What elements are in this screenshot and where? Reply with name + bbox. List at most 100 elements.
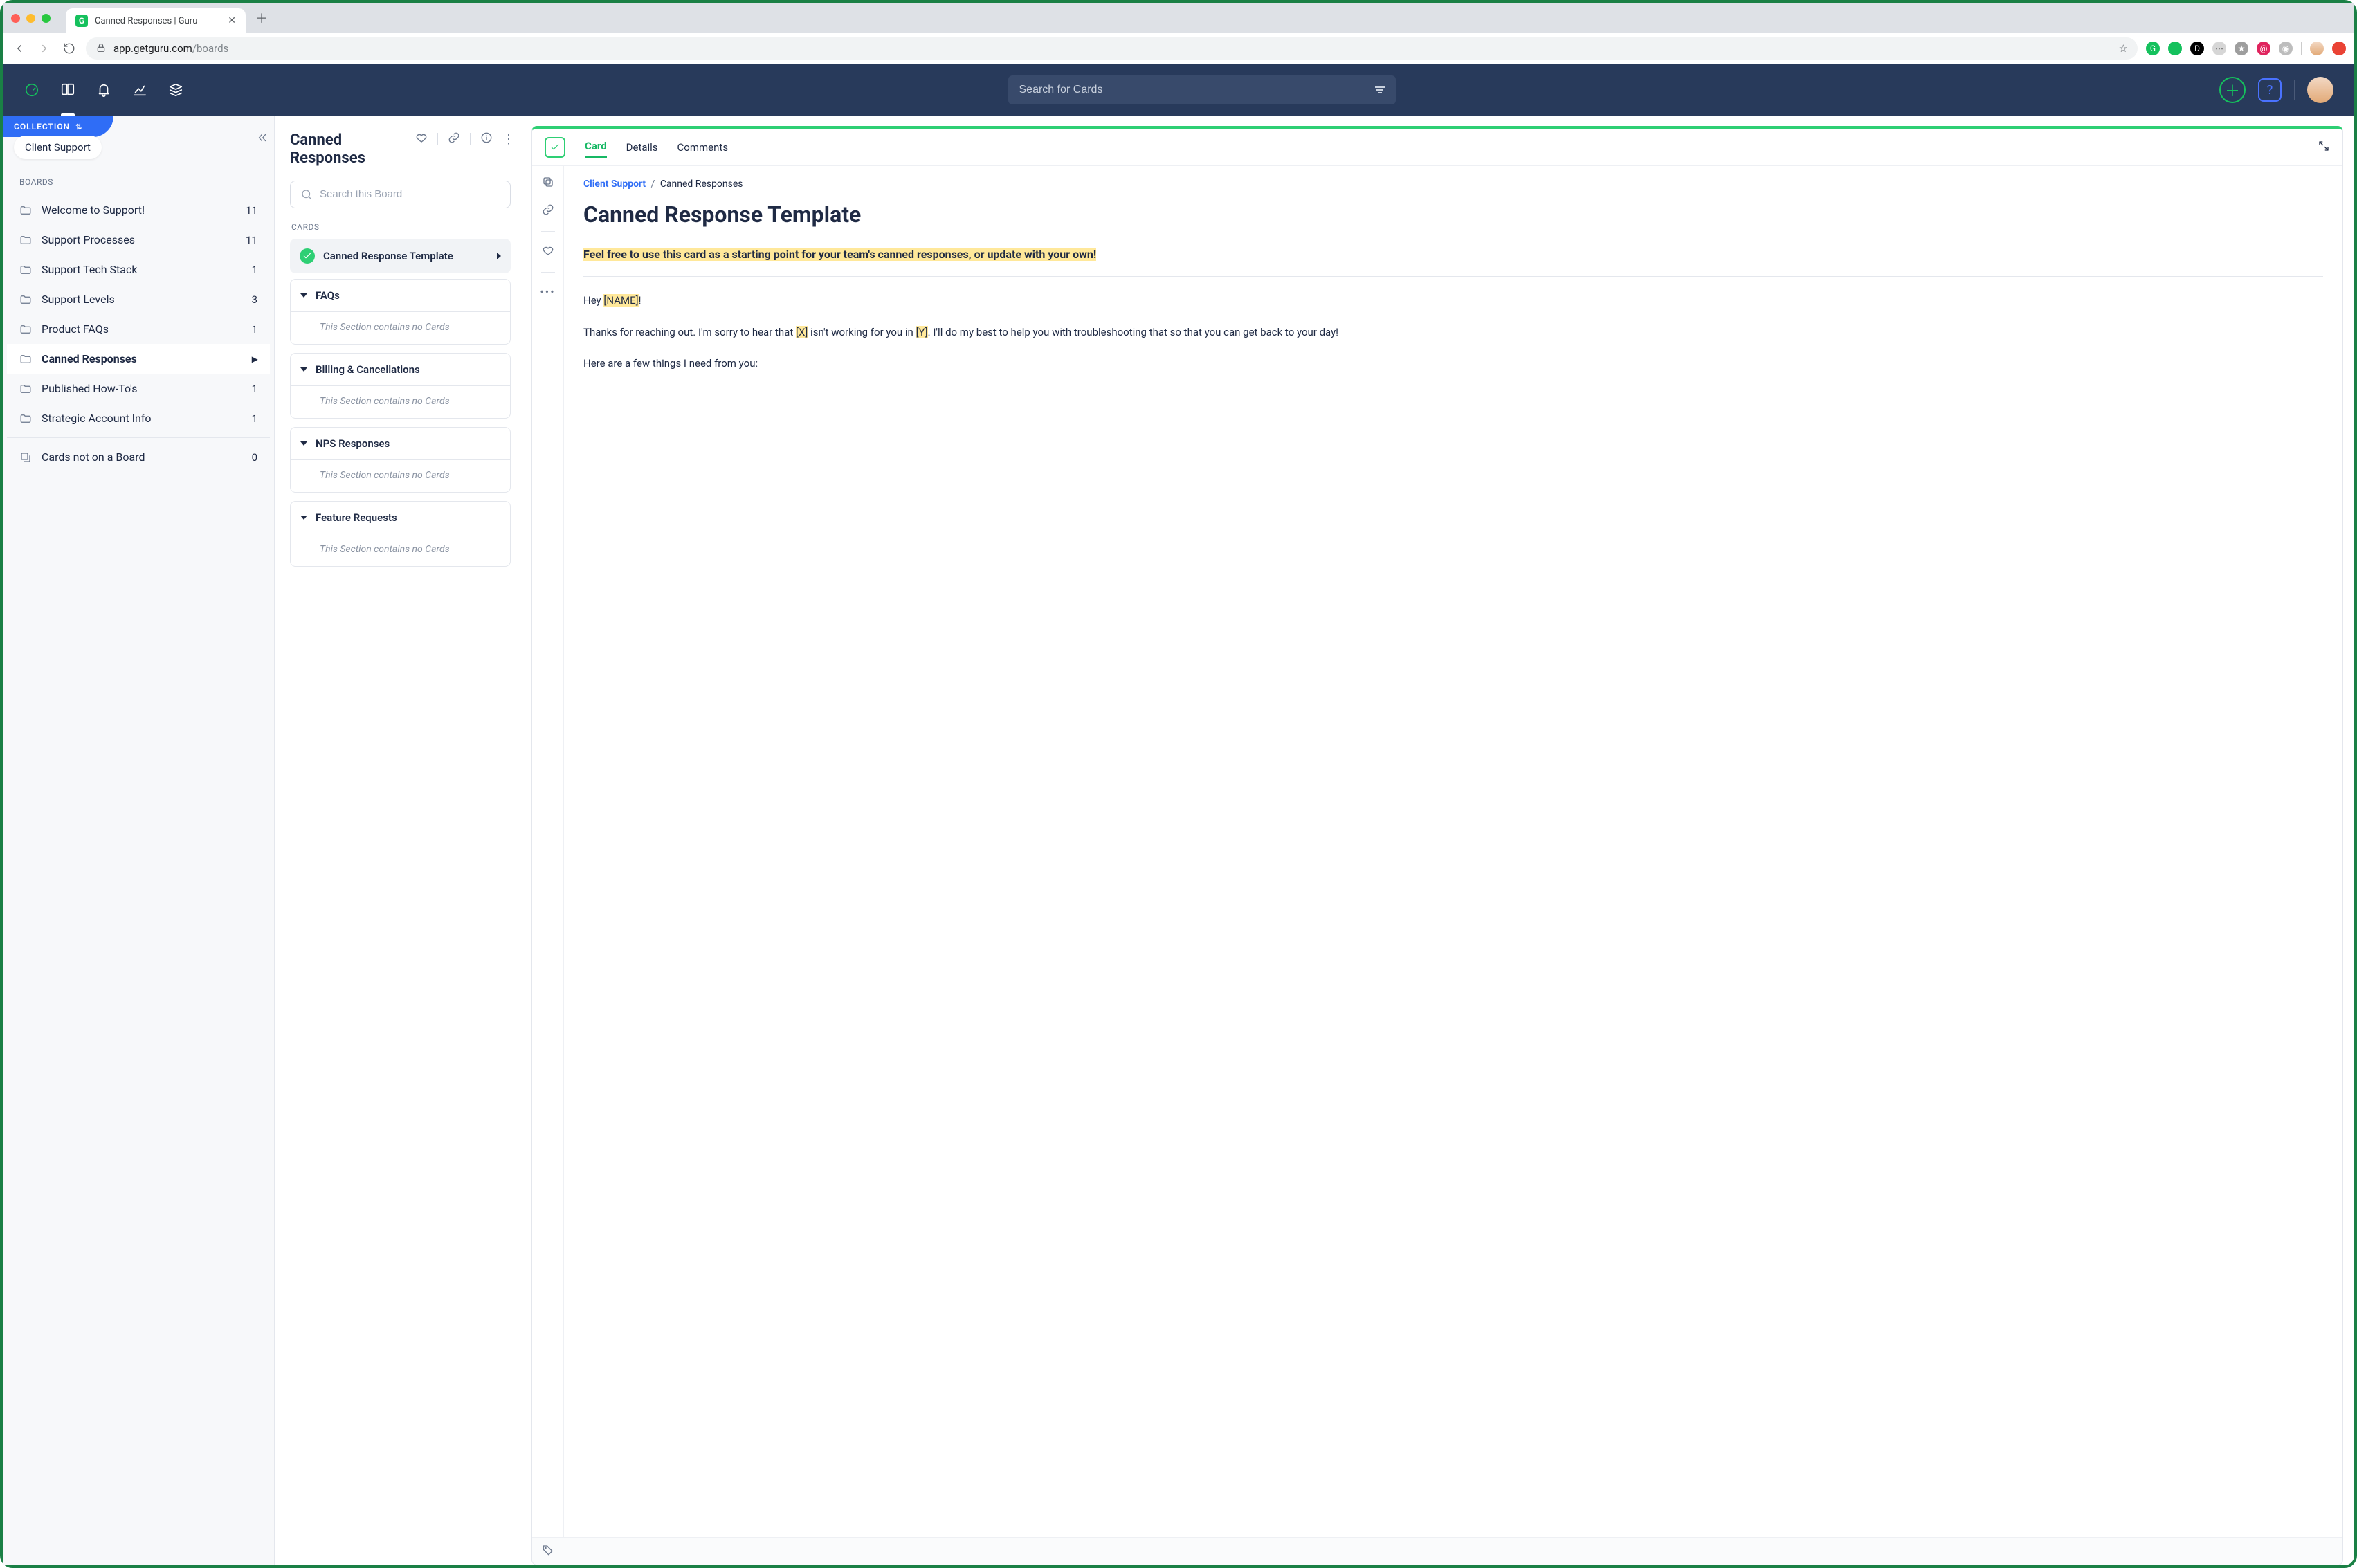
nav-library-icon[interactable] — [60, 82, 76, 98]
board-label: Canned Responses — [42, 352, 137, 365]
section-header[interactable]: Feature Requests — [291, 502, 510, 534]
nav-analytics-icon[interactable] — [131, 82, 148, 98]
tab-close-button[interactable]: ✕ — [228, 15, 236, 26]
preview-footer — [532, 1537, 2342, 1565]
guru-favicon: G — [75, 15, 88, 27]
verify-button[interactable] — [545, 137, 565, 158]
tab-details[interactable]: Details — [626, 137, 658, 158]
window-close-button[interactable] — [11, 14, 20, 23]
tag-icon[interactable] — [542, 1544, 554, 1559]
board-count: 1 — [252, 383, 257, 395]
window-zoom-button[interactable] — [42, 14, 51, 23]
sidebar: COLLECTION ⇅ Client Support BOARDS Welco… — [3, 116, 274, 1565]
card-title: Canned Response Template — [583, 201, 2323, 228]
link-icon[interactable] — [542, 203, 554, 219]
folder-icon — [19, 353, 32, 365]
help-button[interactable]: ? — [2258, 78, 2282, 102]
tab-strip: G Canned Responses | Guru ✕ ＋ — [3, 3, 2354, 33]
ext-dots-icon[interactable]: ⋯ — [2212, 42, 2226, 55]
browser-tab[interactable]: G Canned Responses | Guru ✕ — [66, 8, 246, 33]
profile-avatar-icon[interactable] — [2310, 42, 2324, 55]
user-avatar[interactable] — [2307, 77, 2333, 103]
header-actions: ＋ ? — [2219, 77, 2333, 103]
create-button[interactable]: ＋ — [2219, 77, 2246, 103]
nav-notifications-icon[interactable] — [95, 82, 112, 98]
breadcrumb: Client Support / Canned Responses — [583, 179, 2323, 190]
ext-accessibility-icon[interactable]: ★ — [2235, 42, 2248, 55]
body-paragraph-2: Here are a few things I need from you: — [583, 355, 2323, 373]
app-header: ＋ ? — [3, 64, 2354, 116]
board-search-input[interactable] — [320, 188, 500, 200]
board-item-levels[interactable]: Support Levels 3 — [7, 284, 270, 314]
crumb-collection[interactable]: Client Support — [583, 179, 646, 190]
caret-down-icon — [300, 516, 307, 520]
board-item-canned[interactable]: Canned Responses ▸ — [7, 344, 270, 374]
back-button[interactable] — [11, 40, 28, 57]
tab-card[interactable]: Card — [585, 136, 607, 158]
bookmark-star-icon[interactable]: ☆ — [2119, 42, 2128, 55]
ext-spiral-icon[interactable]: @ — [2257, 42, 2270, 55]
section-header[interactable]: NPS Responses — [291, 428, 510, 460]
preview-tabs: Card Details Comments — [532, 129, 2342, 166]
collection-name: Client Support — [25, 141, 91, 154]
collection-label: COLLECTION — [14, 122, 70, 131]
section-nps: NPS Responses This Section contains no C… — [290, 427, 511, 493]
link-icon[interactable] — [448, 131, 460, 147]
board-count: 3 — [252, 293, 257, 306]
favorite-icon[interactable] — [415, 131, 428, 147]
copy-icon[interactable] — [542, 176, 554, 191]
expand-icon[interactable] — [2318, 140, 2330, 155]
reload-button[interactable] — [61, 40, 78, 57]
collection-header[interactable]: COLLECTION ⇅ — [3, 116, 113, 137]
global-search[interactable] — [1008, 75, 1396, 104]
ext-red-icon[interactable] — [2332, 42, 2346, 55]
board-count: 1 — [252, 264, 257, 276]
ext-green-dot-icon[interactable] — [2168, 42, 2182, 55]
more-icon[interactable]: ⋮ — [502, 132, 515, 147]
card-intro: Feel free to use this card as a starting… — [583, 245, 2323, 264]
board-item-productfaq[interactable]: Product FAQs 1 — [7, 314, 270, 344]
tab-comments[interactable]: Comments — [677, 137, 729, 158]
board-item-techstack[interactable]: Support Tech Stack 1 — [7, 255, 270, 284]
board-label: Support Levels — [42, 293, 115, 306]
section-billing: Billing & Cancellations This Section con… — [290, 353, 511, 419]
board-item-processes[interactable]: Support Processes 11 — [7, 225, 270, 255]
guru-logo-icon[interactable] — [24, 82, 40, 98]
header-separator — [2294, 80, 2295, 100]
window-minimize-button[interactable] — [26, 14, 35, 23]
ext-camera-icon[interactable]: ◉ — [2279, 42, 2293, 55]
board-title: Canned Responses — [290, 131, 408, 168]
filter-icon[interactable] — [1375, 86, 1385, 93]
search-input[interactable] — [1019, 84, 1367, 96]
section-header[interactable]: FAQs — [291, 280, 510, 312]
extensions: G D ⋯ ★ @ ◉ — [2146, 42, 2346, 55]
favorite-icon[interactable] — [542, 244, 554, 259]
crumb-board[interactable]: Canned Responses — [660, 179, 743, 190]
board-label: Support Tech Stack — [42, 263, 137, 276]
nav-stack-icon[interactable] — [167, 82, 184, 98]
board-item-strategic[interactable]: Strategic Account Info 1 — [7, 403, 270, 433]
more-icon[interactable]: ••• — [540, 285, 555, 298]
section-faqs: FAQs This Section contains no Cards — [290, 279, 511, 345]
section-header[interactable]: Billing & Cancellations — [291, 354, 510, 386]
section-empty-msg: This Section contains no Cards — [291, 460, 510, 492]
caret-down-icon — [300, 441, 307, 446]
board-label: Welcome to Support! — [42, 203, 145, 217]
cards-not-on-board[interactable]: Cards not on a Board 0 — [7, 442, 270, 472]
collapse-sidebar-icon[interactable] — [256, 131, 269, 147]
board-search[interactable] — [290, 181, 511, 208]
greeting-line: Hey [NAME]! — [583, 292, 2323, 310]
board-item-welcome[interactable]: Welcome to Support! 11 — [7, 195, 270, 225]
forward-button[interactable] — [36, 40, 53, 57]
ext-guru-icon[interactable]: G — [2146, 42, 2160, 55]
info-icon[interactable] — [480, 131, 493, 147]
verified-badge-icon — [300, 248, 315, 264]
card-item-selected[interactable]: Canned Response Template — [290, 239, 511, 273]
caret-down-icon — [300, 367, 307, 372]
collection-chip[interactable]: Client Support — [14, 136, 102, 159]
board-item-howtos[interactable]: Published How-To's 1 — [7, 374, 270, 403]
divider — [583, 276, 2323, 277]
new-tab-button[interactable]: ＋ — [251, 8, 272, 28]
address-bar[interactable]: app.getguru.com/boards ☆ — [86, 37, 2138, 60]
ext-black-icon[interactable]: D — [2190, 42, 2204, 55]
